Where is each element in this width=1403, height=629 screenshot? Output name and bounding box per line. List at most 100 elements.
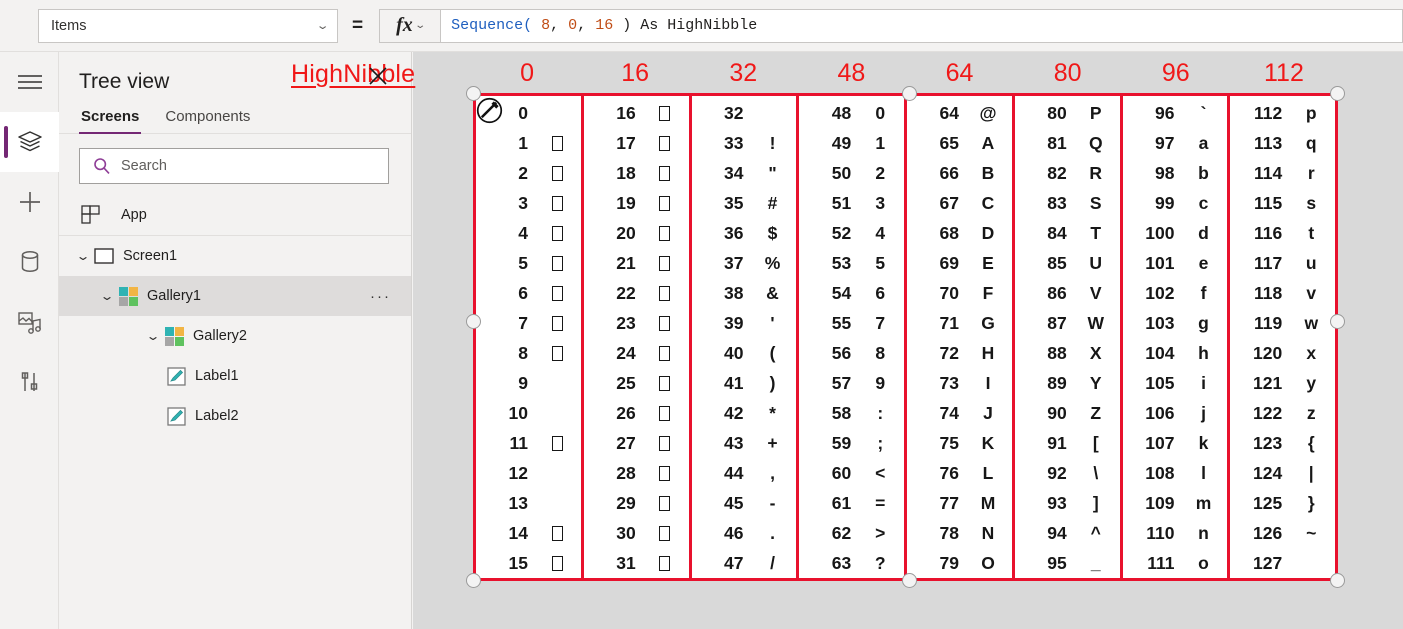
gallery-cell[interactable]: 19 bbox=[584, 188, 689, 218]
gallery-cell[interactable]: 26 bbox=[584, 398, 689, 428]
gallery-cell[interactable]: 47 / bbox=[692, 548, 797, 578]
resize-handle-bottom-right[interactable] bbox=[1330, 573, 1345, 588]
gallery-cell[interactable]: 122 z bbox=[1230, 398, 1335, 428]
gallery-cell[interactable]: 90 Z bbox=[1015, 398, 1120, 428]
gallery-cell[interactable]: 4 bbox=[476, 218, 581, 248]
resize-handle-bottom-left[interactable] bbox=[466, 573, 481, 588]
gallery-cell[interactable]: 6 bbox=[476, 278, 581, 308]
gallery-cell[interactable]: 84 T bbox=[1015, 218, 1120, 248]
gallery-cell[interactable]: 10 bbox=[476, 398, 581, 428]
gallery-cell[interactable]: 23 bbox=[584, 308, 689, 338]
gallery-cell[interactable]: 13 bbox=[476, 488, 581, 518]
gallery-cell[interactable]: 98 b bbox=[1123, 158, 1228, 188]
gallery-cell[interactable]: 66 B bbox=[907, 158, 1012, 188]
gallery-cell[interactable]: 62 > bbox=[799, 518, 904, 548]
gallery-cell[interactable]: 30 bbox=[584, 518, 689, 548]
gallery-cell[interactable]: 91 [ bbox=[1015, 428, 1120, 458]
gallery-cell[interactable]: 49 1 bbox=[799, 128, 904, 158]
gallery-cell[interactable]: 96 ` bbox=[1123, 98, 1228, 128]
gallery-cell[interactable]: 77 M bbox=[907, 488, 1012, 518]
property-dropdown[interactable]: Items ⌄ bbox=[38, 8, 338, 43]
gallery-cell[interactable]: 111 o bbox=[1123, 548, 1228, 578]
gallery-cell[interactable]: 85 U bbox=[1015, 248, 1120, 278]
gallery-cell[interactable]: 42 * bbox=[692, 398, 797, 428]
fx-button[interactable]: fx ⌄ bbox=[379, 8, 442, 43]
gallery-cell[interactable]: 44, bbox=[692, 458, 797, 488]
gallery-cell[interactable]: 107 k bbox=[1123, 428, 1228, 458]
gallery-column[interactable]: 80 P 81 Q 82 R 83 S 84 T 85 U 86 V 87 W 88 X 89 Y 90 Z 91[92 \ 9… bbox=[1015, 96, 1123, 578]
gallery-cell[interactable]: 50 2 bbox=[799, 158, 904, 188]
gallery-cell[interactable]: 102 f bbox=[1123, 278, 1228, 308]
gallery-cell[interactable]: 64 @ bbox=[907, 98, 1012, 128]
gallery-cell[interactable]: 63? bbox=[799, 548, 904, 578]
tree-item-app[interactable]: App bbox=[59, 194, 411, 236]
gallery-cell[interactable]: 3 bbox=[476, 188, 581, 218]
gallery-cell[interactable]: 60 < bbox=[799, 458, 904, 488]
gallery-cell[interactable]: 83 S bbox=[1015, 188, 1120, 218]
gallery-cell[interactable]: 61 = bbox=[799, 488, 904, 518]
chevron-down-icon[interactable]: ⌄ bbox=[92, 289, 122, 303]
gallery-column[interactable]: 32 33! 34 " 35 #36 $37% 38 & 39 ' 40(41) 42 * 43 +44, 45… bbox=[692, 96, 800, 578]
gallery-cell[interactable]: 75 K bbox=[907, 428, 1012, 458]
gallery-cell[interactable]: 88 X bbox=[1015, 338, 1120, 368]
gallery-cell[interactable]: 12 bbox=[476, 458, 581, 488]
gallery-cell[interactable]: 56 8 bbox=[799, 338, 904, 368]
gallery-cell[interactable]: 34 " bbox=[692, 158, 797, 188]
gallery-cell[interactable]: 59; bbox=[799, 428, 904, 458]
gallery-column[interactable]: 48 0 49 1 50 2 51 3 52 4 53 5 54 6 55 7 56 8 57 9 58:59; 60 <6… bbox=[799, 96, 907, 578]
gallery-cell[interactable]: 78 N bbox=[907, 518, 1012, 548]
gallery-cell[interactable]: 119 w bbox=[1230, 308, 1335, 338]
advanced-tools-icon[interactable] bbox=[0, 352, 59, 412]
insert-icon[interactable] bbox=[0, 172, 59, 232]
gallery-cell[interactable]: 121 y bbox=[1230, 368, 1335, 398]
gallery-cell[interactable]: 8 bbox=[476, 338, 581, 368]
gallery-cell[interactable]: 37% bbox=[692, 248, 797, 278]
gallery-cell[interactable]: 86 V bbox=[1015, 278, 1120, 308]
gallery-cell[interactable]: 117 u bbox=[1230, 248, 1335, 278]
chevron-down-icon[interactable]: ⌄ bbox=[138, 329, 168, 343]
gallery-cell[interactable]: 113 q bbox=[1230, 128, 1335, 158]
formula-input[interactable]: Sequence( 8, 0, 16 ) As HighNibble bbox=[441, 8, 1403, 43]
gallery-cell[interactable]: 21 bbox=[584, 248, 689, 278]
gallery-cell[interactable]: 41) bbox=[692, 368, 797, 398]
gallery-cell[interactable]: 116 t bbox=[1230, 218, 1335, 248]
gallery-cell[interactable]: 35 # bbox=[692, 188, 797, 218]
resize-handle-middle-right[interactable] bbox=[1330, 314, 1345, 329]
tree-item-label2[interactable]: Label2 bbox=[59, 396, 411, 436]
gallery-cell[interactable]: 95 _ bbox=[1015, 548, 1120, 578]
gallery-cell[interactable]: 52 4 bbox=[799, 218, 904, 248]
gallery-cell[interactable]: 14 bbox=[476, 518, 581, 548]
tree-item-gallery1[interactable]: ⌄ Gallery1 ··· bbox=[59, 276, 411, 316]
gallery-cell[interactable]: 126 ~ bbox=[1230, 518, 1335, 548]
gallery-cell[interactable]: 82 R bbox=[1015, 158, 1120, 188]
gallery-cell[interactable]: 81 Q bbox=[1015, 128, 1120, 158]
gallery-cell[interactable]: 33! bbox=[692, 128, 797, 158]
hamburger-menu-icon[interactable] bbox=[0, 52, 59, 112]
gallery-cell[interactable]: 112 p bbox=[1230, 98, 1335, 128]
gallery-cell[interactable]: 1 bbox=[476, 128, 581, 158]
gallery-cell[interactable]: 2 bbox=[476, 158, 581, 188]
gallery-column[interactable]: 112 p 113 q 114 r 115 s 116 t 117 u 118 v 119 w 120 x 121 y… bbox=[1230, 96, 1335, 578]
gallery-cell[interactable]: 9 bbox=[476, 368, 581, 398]
gallery-cell[interactable]: 31 bbox=[584, 548, 689, 578]
gallery-cell[interactable]: 97 a bbox=[1123, 128, 1228, 158]
gallery-column[interactable]: 64 @65 A 66 B 67 C 68 D 69 E 70 F 71 G 72 H 73 I 74 J 75 K 76 L 7… bbox=[907, 96, 1015, 578]
gallery-cell[interactable]: 53 5 bbox=[799, 248, 904, 278]
gallery-cell[interactable]: 5 bbox=[476, 248, 581, 278]
gallery-cell[interactable]: 67 C bbox=[907, 188, 1012, 218]
gallery-cell[interactable]: 79 O bbox=[907, 548, 1012, 578]
gallery-cell[interactable]: 32 bbox=[692, 98, 797, 128]
gallery-cell[interactable]: 120 x bbox=[1230, 338, 1335, 368]
gallery-cell[interactable]: 57 9 bbox=[799, 368, 904, 398]
gallery-cell[interactable]: 103 g bbox=[1123, 308, 1228, 338]
gallery-cell[interactable]: 39 ' bbox=[692, 308, 797, 338]
search-input[interactable]: Search bbox=[79, 148, 389, 184]
gallery-cell[interactable]: 99 c bbox=[1123, 188, 1228, 218]
gallery-cell[interactable]: 28 bbox=[584, 458, 689, 488]
gallery-cell[interactable]: 25 bbox=[584, 368, 689, 398]
gallery-cell[interactable]: 40 ( bbox=[692, 338, 797, 368]
gallery-cell[interactable]: 22 bbox=[584, 278, 689, 308]
gallery-cell[interactable]: 106 j bbox=[1123, 398, 1228, 428]
gallery-cell[interactable]: 127 bbox=[1230, 548, 1335, 578]
gallery-cell[interactable]: 94 ^ bbox=[1015, 518, 1120, 548]
